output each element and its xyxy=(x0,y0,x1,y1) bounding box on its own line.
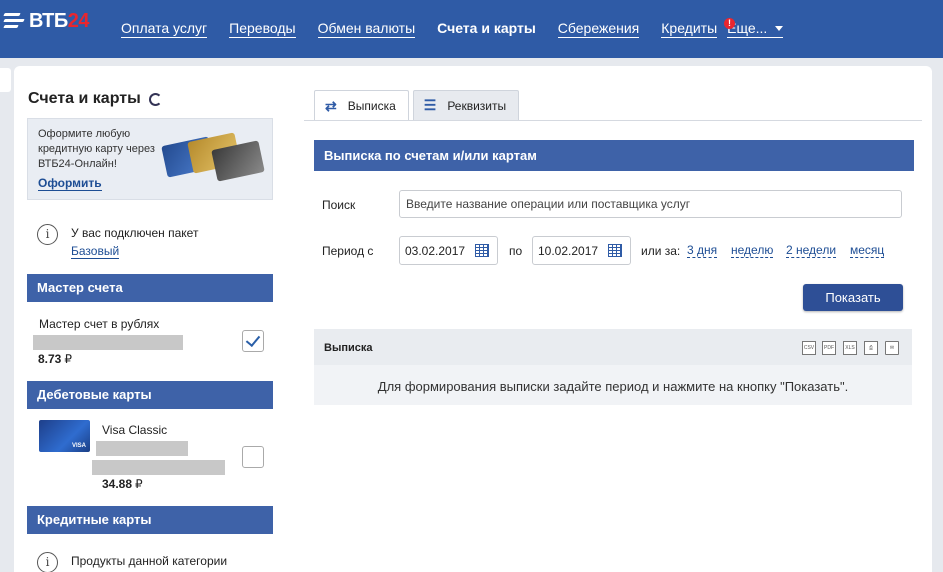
csv-icon[interactable]: CSV xyxy=(802,341,816,355)
date-from-value: 03.02.2017 xyxy=(405,244,466,258)
statement-result-body: Для формирования выписки задайте период … xyxy=(314,365,912,405)
credit-empty-text: Продукты данной категории отсутствуют xyxy=(71,554,228,568)
debit-card-name: Visa Classic xyxy=(102,423,168,437)
visa-card-image: VISA xyxy=(39,420,90,452)
vtb24-logo[interactable]: ВТБ24 xyxy=(2,6,90,36)
quick-period-label: или за: xyxy=(641,244,681,258)
email-icon[interactable]: ✉ xyxy=(885,341,899,355)
nav-transfers[interactable]: Переводы xyxy=(229,20,296,38)
list-icon: ☰ xyxy=(423,97,437,113)
master-account-balance: 8.73 ₽ xyxy=(38,352,72,366)
credit-empty-info: i Продукты данной категории отсутствуют xyxy=(37,552,273,572)
nav-payments[interactable]: Оплата услуг xyxy=(121,20,208,38)
sidebar-title: Счета и карты xyxy=(28,90,141,107)
nav-exchange[interactable]: Обмен валюты xyxy=(317,20,416,38)
quick-period-month[interactable]: месяц xyxy=(850,243,885,258)
show-button[interactable]: Показать xyxy=(803,284,903,311)
tab-statement[interactable]: ⇄ Выписка xyxy=(314,90,409,121)
tab-requisites[interactable]: ☰ Реквизиты xyxy=(412,90,520,120)
notification-badge: ! xyxy=(724,18,735,29)
nav-more-dropdown[interactable]: Еще... xyxy=(727,20,784,38)
calendar-icon[interactable] xyxy=(608,244,622,257)
pdf-icon[interactable]: PDF xyxy=(822,341,836,355)
master-account-label: Мастер счет в рублях xyxy=(39,317,160,331)
redacted-card-details xyxy=(92,460,225,475)
refresh-icon[interactable] xyxy=(148,92,162,106)
statement-section-title: Выписка по счетам и/или картам xyxy=(314,140,914,171)
nav-savings[interactable]: Сбережения xyxy=(557,20,640,38)
logo-accent: 24 xyxy=(67,9,90,32)
logo-text: ВТБ xyxy=(29,9,68,32)
tab-divider xyxy=(304,120,922,121)
empty-result-message: Для формирования выписки задайте период … xyxy=(377,379,849,394)
info-icon: i xyxy=(37,224,58,245)
period-from-label: Период с xyxy=(322,244,374,258)
package-link[interactable]: Базовый xyxy=(71,244,120,259)
date-from-field[interactable]: 03.02.2017 xyxy=(399,236,498,265)
master-account-checkbox[interactable] xyxy=(242,330,264,352)
period-to-label: по xyxy=(509,244,523,258)
top-navigation-bar: ВТБ24 Оплата услуг Переводы Обмен валюты… xyxy=(0,0,943,58)
quick-period-2-weeks[interactable]: 2 недели xyxy=(786,243,837,258)
side-panel-handle[interactable] xyxy=(0,68,11,92)
checkmark-icon xyxy=(245,331,261,348)
promo-apply-link[interactable]: Оформить xyxy=(38,176,102,191)
date-to-value: 10.02.2017 xyxy=(538,244,599,258)
nav-accounts-cards[interactable]: Счета и карты xyxy=(437,20,536,38)
info-icon: i xyxy=(37,552,58,572)
section-master-accounts[interactable]: Мастер счета xyxy=(27,274,273,302)
promo-text: Оформите любую кредитную карту через ВТБ… xyxy=(38,128,155,170)
chevron-down-icon xyxy=(775,25,784,31)
main-panel: Счета и карты Оформите любую кредитную к… xyxy=(14,66,932,572)
statement-result-header: Выписка CSV PDF XLS ⎙ ✉ xyxy=(314,329,912,365)
section-debit-cards[interactable]: Дебетовые карты xyxy=(27,381,273,409)
nav-credits[interactable]: Кредиты xyxy=(661,20,718,38)
calendar-icon[interactable] xyxy=(475,244,489,257)
search-input[interactable] xyxy=(399,190,902,218)
redacted-account-number xyxy=(33,335,183,350)
statement-tabs: ⇄ Выписка ☰ Реквизиты xyxy=(314,90,523,121)
quick-period-week[interactable]: неделю xyxy=(731,243,774,258)
credit-card-promo-banner[interactable]: Оформите любую кредитную карту через ВТБ… xyxy=(27,118,273,200)
currency-symbol: ₽ xyxy=(135,477,143,491)
date-to-field[interactable]: 10.02.2017 xyxy=(532,236,631,265)
arrows-icon: ⇄ xyxy=(325,97,337,114)
quick-period-3-days[interactable]: 3 дня xyxy=(687,243,718,258)
redacted-card-number xyxy=(96,441,188,456)
debit-card-balance: 34.88 ₽ xyxy=(102,477,143,491)
debit-card-checkbox[interactable] xyxy=(242,446,264,468)
logo-stripes-icon xyxy=(2,10,26,32)
xls-icon[interactable]: XLS xyxy=(843,341,857,355)
print-icon[interactable]: ⎙ xyxy=(864,341,878,355)
package-text: У вас подключен пакет xyxy=(71,226,199,240)
package-info: i У вас подключен пакет Базовый xyxy=(37,224,273,264)
section-credit-cards[interactable]: Кредитные карты xyxy=(27,506,273,534)
search-label: Поиск xyxy=(322,198,356,212)
main-menu: Оплата услуг Переводы Обмен валюты Счета… xyxy=(121,18,805,38)
currency-symbol: ₽ xyxy=(64,352,72,366)
result-title: Выписка xyxy=(324,342,373,354)
